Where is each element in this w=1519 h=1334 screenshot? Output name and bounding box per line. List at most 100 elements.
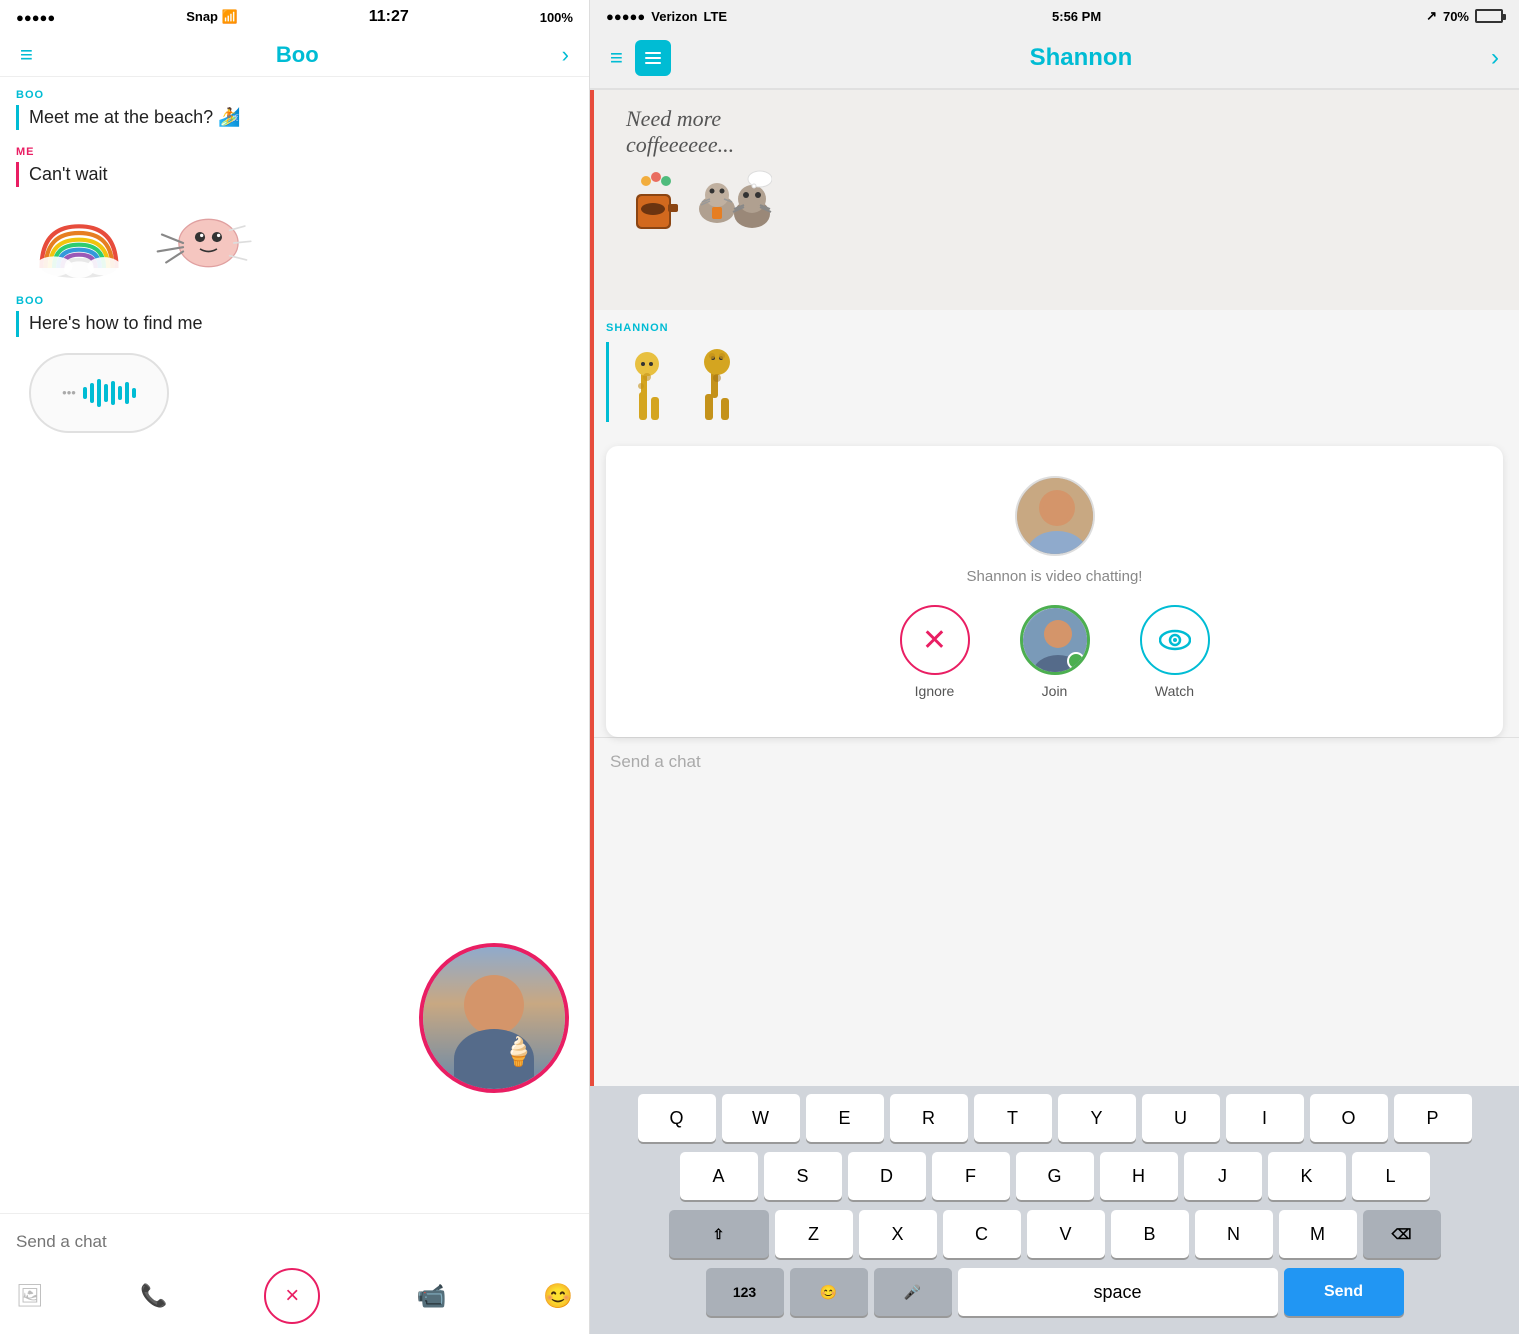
key-m[interactable]: M — [1279, 1210, 1357, 1258]
video-avatar-circle: 🍦 — [419, 943, 569, 1093]
shannon-avatar — [1015, 476, 1095, 556]
bottom-bar-left: 🖼 📞 × 📹 😊 — [0, 1213, 589, 1334]
right-network: LTE — [704, 9, 728, 24]
key-shift[interactable]: ⇧ — [669, 1210, 769, 1258]
key-k[interactable]: K — [1268, 1152, 1346, 1200]
key-r[interactable]: R — [890, 1094, 968, 1142]
shannon-message-section: SHANNON — [590, 310, 1519, 446]
right-chat-title: Shannon — [1030, 44, 1133, 72]
video-icon[interactable]: 📹 — [417, 1282, 447, 1311]
eye-icon — [1159, 629, 1191, 651]
message-text-3: Here's how to find me — [16, 311, 573, 336]
right-location-icon: ↗ — [1426, 8, 1437, 24]
send-chat-placeholder[interactable]: Send a chat — [610, 752, 701, 771]
right-right-status: ↗ 70% — [1426, 8, 1503, 24]
key-v[interactable]: V — [1027, 1210, 1105, 1258]
video-status-text: Shannon is video chatting! — [626, 568, 1483, 585]
key-z[interactable]: Z — [775, 1210, 853, 1258]
send-chat-bar: Send a chat — [590, 737, 1519, 786]
video-chat-card: Shannon is video chatting! ✕ Ignore — [606, 446, 1503, 737]
key-l[interactable]: L — [1352, 1152, 1430, 1200]
key-g[interactable]: G — [1016, 1152, 1094, 1200]
chat-area-left[interactable]: BOO Meet me at the beach? 🏄 ME Can't wai… — [0, 77, 589, 1213]
voice-message[interactable]: ••• — [29, 353, 169, 433]
rainbow-sticker — [29, 208, 129, 278]
left-time: 11:27 — [369, 8, 409, 26]
video-chat-notification: Shannon is video chatting! ✕ Ignore — [626, 466, 1483, 717]
left-hamburger-icon[interactable]: ≡ — [20, 42, 33, 68]
left-chevron-icon[interactable]: › — [562, 42, 569, 68]
ignore-button[interactable]: ✕ — [900, 605, 970, 675]
coffee-text: Need more coffeeeeee... — [626, 106, 772, 159]
right-panel: ●●●●● Verizon LTE 5:56 PM ↗ 70% ≡ Shanno… — [590, 0, 1519, 1334]
key-p[interactable]: P — [1394, 1094, 1472, 1142]
key-send[interactable]: Send — [1284, 1268, 1404, 1316]
image-icon[interactable]: 🖼 — [16, 1283, 44, 1309]
left-battery: 100% — [540, 10, 573, 25]
key-e[interactable]: E — [806, 1094, 884, 1142]
key-c[interactable]: C — [943, 1210, 1021, 1258]
cancel-button[interactable]: × — [264, 1268, 320, 1324]
join-label: Join — [1042, 683, 1068, 699]
key-y[interactable]: Y — [1058, 1094, 1136, 1142]
bar-3 — [645, 62, 661, 64]
shannon-content-border — [606, 342, 1503, 422]
message-text-2: Can't wait — [16, 162, 573, 187]
sender-boo-2: BOO — [16, 295, 573, 307]
right-time: 5:56 PM — [1052, 9, 1101, 24]
coffee-sticker-section: Need more coffeeeeee... — [610, 106, 772, 239]
key-h[interactable]: H — [1100, 1152, 1178, 1200]
header-right-left: ≡ — [610, 40, 671, 76]
shannon-avatar-image — [1017, 478, 1095, 556]
keyboard-row-2: A S D F G H J K L — [594, 1152, 1515, 1200]
bars-chart-icon[interactable] — [635, 40, 671, 76]
left-carrier-name: Snap 📶 — [186, 9, 238, 25]
key-numbers[interactable]: 123 — [706, 1268, 784, 1316]
key-space[interactable]: space — [958, 1268, 1278, 1316]
key-emoji[interactable]: 😊 — [790, 1268, 868, 1316]
status-bar-right: ●●●●● Verizon LTE 5:56 PM ↗ 70% — [590, 0, 1519, 32]
key-q[interactable]: Q — [638, 1094, 716, 1142]
keyboard: Q W E R T Y U I O P A S D F G H J K L ⇧ … — [590, 1086, 1519, 1334]
join-button[interactable] — [1020, 605, 1090, 675]
key-x[interactable]: X — [859, 1210, 937, 1258]
emoji-icon-left[interactable]: 😊 — [543, 1282, 573, 1311]
key-mic[interactable]: 🎤 — [874, 1268, 952, 1316]
video-call-overlay[interactable]: 🍦 — [419, 943, 569, 1093]
giraffe-sticker-2 — [687, 342, 747, 422]
bar-2 — [645, 57, 661, 59]
key-t[interactable]: T — [974, 1094, 1052, 1142]
right-hamburger-icon[interactable]: ≡ — [610, 45, 623, 71]
bar-1 — [645, 52, 661, 54]
bottom-actions: 🖼 📞 × 📹 😊 — [16, 1260, 573, 1324]
coffee-cup-1 — [626, 169, 686, 239]
key-i[interactable]: I — [1226, 1094, 1304, 1142]
key-j[interactable]: J — [1184, 1152, 1262, 1200]
left-chat-title: Boo — [276, 42, 319, 68]
left-border-indicator — [590, 90, 594, 1086]
watch-button[interactable] — [1140, 605, 1210, 675]
key-delete[interactable]: ⌫ — [1363, 1210, 1441, 1258]
ignore-x-icon: ✕ — [922, 623, 947, 658]
key-u[interactable]: U — [1142, 1094, 1220, 1142]
send-chat-input-left[interactable] — [16, 1224, 573, 1260]
ghost-sticker — [145, 203, 255, 283]
key-b[interactable]: B — [1111, 1210, 1189, 1258]
phone-icon[interactable]: 📞 — [140, 1283, 167, 1309]
message-group-1: BOO Meet me at the beach? 🏄 — [16, 89, 573, 130]
key-w[interactable]: W — [722, 1094, 800, 1142]
keyboard-row-4: 123 😊 🎤 space Send — [594, 1268, 1515, 1316]
key-a[interactable]: A — [680, 1152, 758, 1200]
right-chevron-icon[interactable]: › — [1491, 44, 1499, 72]
key-f[interactable]: F — [932, 1152, 1010, 1200]
key-n[interactable]: N — [1195, 1210, 1273, 1258]
key-d[interactable]: D — [848, 1152, 926, 1200]
key-o[interactable]: O — [1310, 1094, 1388, 1142]
ice-cream-icon: 🍦 — [501, 1035, 536, 1068]
key-s[interactable]: S — [764, 1152, 842, 1200]
chat-content-right[interactable]: Need more coffeeeeee... — [590, 90, 1519, 1086]
action-buttons: ✕ Ignore — [626, 605, 1483, 699]
left-panel: ●●●●● Snap 📶 11:27 100% ≡ Boo › BOO Meet… — [0, 0, 590, 1334]
shannon-sender-label: SHANNON — [606, 322, 1503, 334]
giraffe-sticker-1 — [619, 342, 679, 422]
